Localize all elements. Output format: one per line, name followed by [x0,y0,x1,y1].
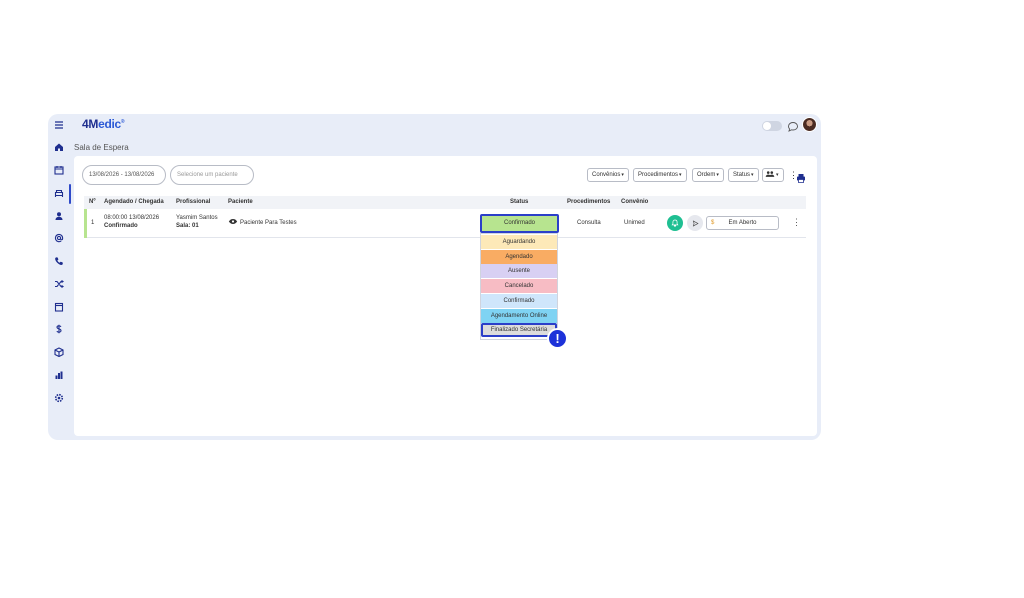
app-logo[interactable]: 4Medic® [82,117,125,131]
view-patient-button[interactable] [228,218,238,225]
eye-icon [228,219,238,224]
chevron-down-icon: ▾ [679,172,682,178]
bell-icon [671,219,679,227]
chevron-down-icon: ▾ [716,172,719,178]
status-dropdown: Aguardando Agendado Ausente Cancelado Confir… [480,233,558,340]
table-header: Nº Agendado / Chegada Profissional Pacie… [84,196,806,209]
header-convenio: Convênio [621,199,649,205]
chevron-down-icon: ▾ [621,172,624,178]
shuffle-icon[interactable] [52,277,66,291]
row-insurance: Unimed [624,220,645,226]
header-paciente: Paciente [228,199,253,205]
header-profissional: Profissional [176,199,211,205]
convenios-label: Convênios [592,172,621,178]
attention-indicator: ! [547,328,568,349]
row-status-bar [84,209,87,238]
logo-rest: edic [98,117,121,131]
chevron-down-icon: ▾ [751,172,754,178]
payment-status-label: Em Aberto [728,220,757,226]
ordem-label: Ordem [697,172,716,178]
at-icon[interactable] [52,231,66,245]
payment-status-field[interactable]: $ Em Aberto [706,216,779,230]
status-option[interactable]: Agendamento Online [481,308,557,323]
waiting-room-panel: 13/08/2026 - 13/08/2026 Selecione um pac… [74,156,817,436]
home-icon[interactable] [52,140,66,154]
header-agendado: Agendado / Chegada [104,199,164,205]
avatar[interactable] [802,117,817,132]
clipboard-icon[interactable] [52,300,66,314]
status-option[interactable]: Confirmado [481,293,557,308]
sidebar-active-indicator [69,184,71,204]
status-option[interactable]: Ausente [481,264,557,279]
send-button[interactable] [687,215,703,231]
notify-button[interactable] [667,215,683,231]
user-icon[interactable] [52,209,66,223]
send-icon [692,219,699,227]
row-more-options-icon[interactable]: ⋮ [792,217,801,227]
chart-icon[interactable] [52,368,66,382]
patient-select[interactable]: Selecione um paciente [170,165,254,185]
convenios-filter-button[interactable]: Convênios▾ [587,168,629,182]
group-filter-button[interactable]: ▾ [762,168,784,182]
row-datetime: 08:00:00 13/08/2026 [104,215,160,221]
chat-icon[interactable] [787,120,799,132]
users-icon [765,171,775,178]
dollar-sign: $ [711,220,715,226]
status-select[interactable]: Confirmado [480,214,559,233]
row-professional: Yasmim Santos [176,215,218,221]
menu-icon[interactable] [52,118,66,132]
ordem-filter-button[interactable]: Ordem▾ [692,168,724,182]
row-procedure: Consulta [577,220,601,226]
row-patient[interactable]: Paciente Para Testes [240,220,297,226]
phone-icon[interactable] [52,254,66,268]
row-room: Sala: 01 [176,223,199,229]
header-status: Status [510,199,529,205]
app-window: 4Medic® Sala de Espera 13/08/2026 - 13/0… [48,114,821,440]
chevron-down-icon: ▾ [776,172,779,178]
printer-icon[interactable] [796,170,806,183]
procedimentos-filter-button[interactable]: Procedimentos▾ [633,168,687,182]
row-num: 1 [91,220,95,226]
sidebar [48,114,71,440]
row-state: Confirmado [104,223,138,229]
status-option[interactable]: Cancelado [481,279,557,294]
status-option[interactable]: Agendado [481,249,557,264]
dollar-icon[interactable] [52,322,66,336]
sofa-icon[interactable] [52,186,66,200]
status-filter-label: Status [733,172,751,178]
settings-icon[interactable] [52,391,66,405]
logo-mark: ® [120,119,125,125]
status-option[interactable]: Finalizado Secretária [481,323,557,338]
logo-bold: 4M [82,117,99,131]
calendar-icon[interactable] [52,163,66,177]
breadcrumb: Sala de Espera [74,143,129,152]
header-num: Nº [89,199,96,205]
box-icon[interactable] [52,345,66,359]
date-range-input[interactable]: 13/08/2026 - 13/08/2026 [82,165,166,185]
header-procedimentos: Procedimentos [567,199,611,205]
procedimentos-label: Procedimentos [638,172,679,178]
status-filter-button[interactable]: Status▾ [728,168,759,182]
theme-toggle[interactable] [762,121,782,131]
status-option[interactable]: Aguardando [481,235,557,249]
table-row[interactable]: 1 08:00:00 13/08/2026 Confirmado Yasmim … [84,209,806,238]
